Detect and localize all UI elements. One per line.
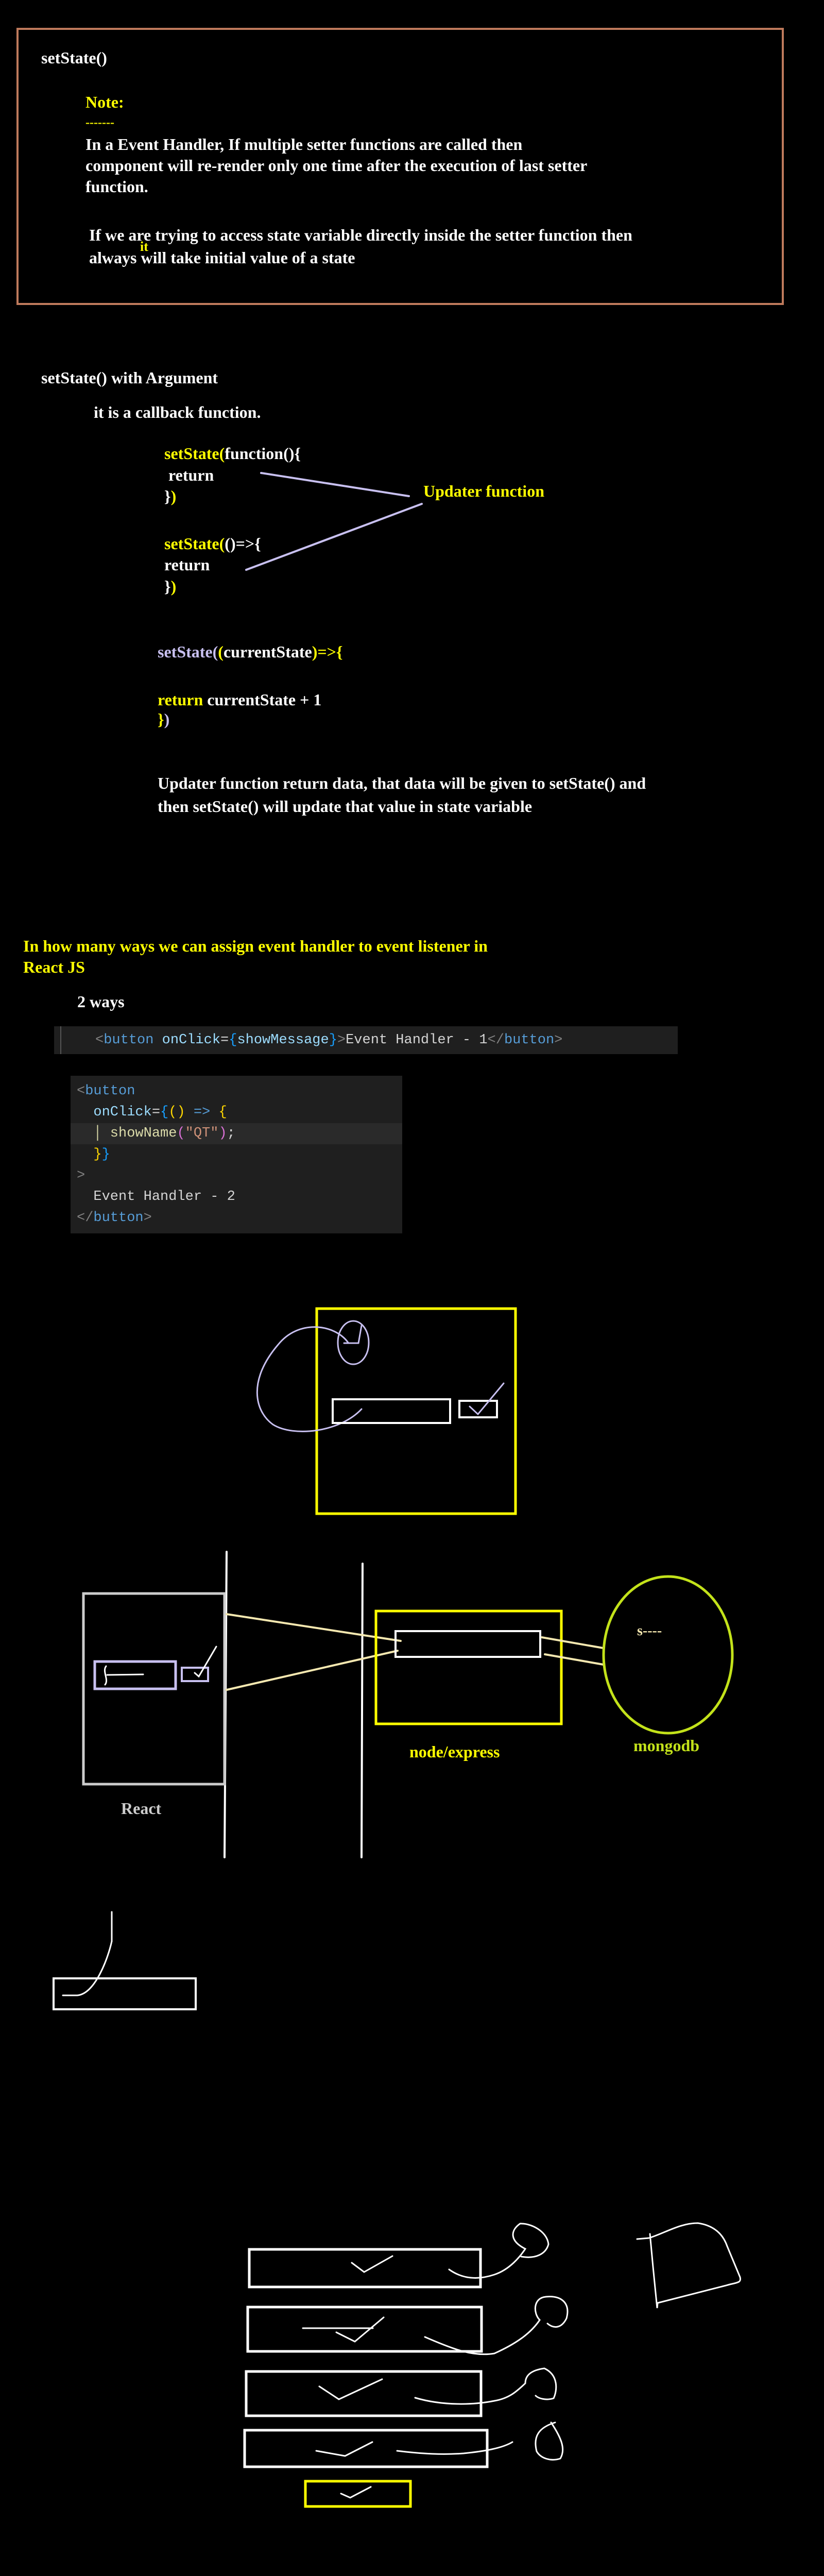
mongodb-label: mongodb (633, 1736, 700, 1755)
react-input-scribble (104, 1665, 144, 1686)
updater-pointer-line (245, 503, 423, 571)
response-line (226, 1650, 399, 1691)
list-item-box (243, 2429, 489, 2468)
checkmark-icon (302, 2316, 385, 2343)
mongodb-circle (602, 1575, 734, 1735)
react-button-box (181, 1667, 209, 1682)
server-frame (374, 1609, 563, 1725)
list-item-box (248, 2248, 482, 2289)
checkmark-icon (315, 2441, 373, 2457)
db-request-line (541, 1636, 605, 1649)
scribble-doodle (448, 2223, 550, 2279)
db-response-line (544, 1653, 605, 1666)
scribble-doodle (396, 2421, 564, 2461)
db-note: s---- (637, 1623, 662, 1639)
quadrilateral-doodle (636, 2222, 742, 2309)
server-handler-box (394, 1630, 541, 1658)
checkmark-icon (318, 2378, 383, 2400)
list-item-box (246, 2306, 483, 2353)
updater-pointer-line (260, 472, 410, 497)
checkmark-icon (469, 1382, 505, 1416)
scribble-doodle (414, 2367, 557, 2405)
checkmark-icon (340, 2486, 372, 2499)
small-input-box (53, 1977, 197, 2010)
divider-line (360, 1563, 364, 1858)
checkmark-icon (351, 2255, 393, 2273)
scribble-doodle (424, 2296, 569, 2355)
checkmark-icon (194, 1646, 217, 1678)
component-frame (315, 1307, 517, 1515)
pointer-curve (62, 1940, 113, 1996)
drawing-canvas (53, 472, 742, 2508)
react-label: React (121, 1799, 162, 1818)
input-box (332, 1398, 451, 1424)
node-express-label: node/express (409, 1742, 500, 1761)
request-line (226, 1613, 402, 1642)
list-item-box (245, 2370, 483, 2417)
